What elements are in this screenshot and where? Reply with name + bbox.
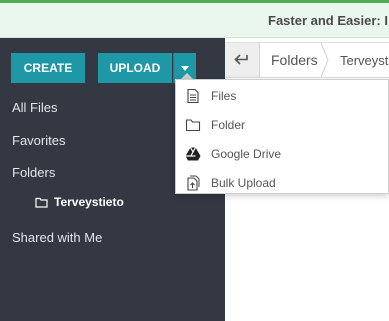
folder-icon [35, 197, 48, 208]
banner-text: Faster and Easier: I [268, 13, 388, 28]
bulk-upload-icon [187, 175, 200, 191]
menu-item-label: Folder [211, 118, 246, 132]
google-drive-icon [185, 147, 201, 161]
menu-item-folder[interactable]: Folder [176, 111, 388, 140]
promo-banner: Faster and Easier: I [0, 3, 389, 38]
create-button[interactable]: CREATE [11, 53, 85, 83]
back-button[interactable] [225, 43, 260, 77]
sidebar-item-label: Terveystieto [54, 195, 124, 209]
breadcrumb: Folders Terveystie [225, 42, 389, 78]
menu-item-google-drive[interactable]: Google Drive [176, 140, 388, 169]
menu-item-label: Files [211, 89, 237, 103]
sidebar-item-favorites[interactable]: Favorites [12, 133, 65, 148]
menu-item-label: Google Drive [211, 147, 282, 161]
upload-button-label: UPLOAD [109, 61, 161, 75]
file-icon [187, 88, 199, 104]
sidebar-item-folders[interactable]: Folders [12, 165, 55, 180]
folder-icon [185, 119, 201, 132]
menu-item-bulk-upload[interactable]: Bulk Upload [176, 169, 388, 198]
breadcrumb-item-current[interactable]: Terveystie [340, 53, 389, 68]
breadcrumb-item-folders[interactable]: Folders [271, 52, 318, 68]
sidebar-item-terveystieto[interactable]: Terveystieto [35, 195, 124, 209]
upload-button[interactable]: UPLOAD [98, 53, 172, 83]
caret-down-icon [181, 65, 189, 71]
back-arrow-icon [234, 54, 248, 65]
upload-dropdown-menu: Files Folder Google Drive Bulk Upload [175, 79, 389, 194]
sidebar-item-all-files[interactable]: All Files [12, 100, 58, 115]
sidebar-item-shared-with-me[interactable]: Shared with Me [12, 230, 102, 245]
menu-item-label: Bulk Upload [211, 176, 276, 190]
create-button-label: CREATE [23, 61, 73, 75]
menu-item-files[interactable]: Files [176, 82, 388, 111]
breadcrumb-separator [321, 43, 329, 77]
